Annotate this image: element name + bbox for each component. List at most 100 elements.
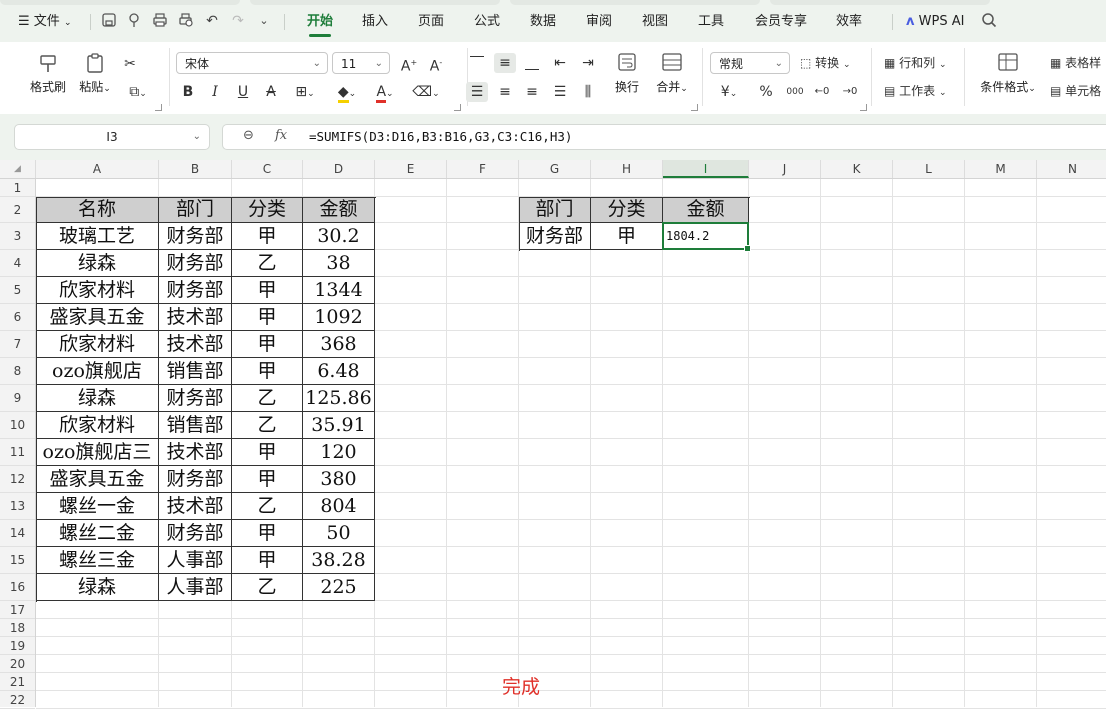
table-cell[interactable]: 财务部: [159, 385, 232, 412]
table-cell[interactable]: 甲: [232, 223, 303, 250]
table-cell[interactable]: 120: [303, 439, 375, 466]
row-header-20[interactable]: 20: [0, 655, 35, 673]
row-header-17[interactable]: 17: [0, 601, 35, 619]
column-header-a[interactable]: A: [36, 160, 159, 178]
name-box[interactable]: I3 ⌄: [14, 124, 210, 150]
table-cell[interactable]: 甲: [232, 520, 303, 547]
table-cell[interactable]: 乙: [232, 250, 303, 277]
row-header-4[interactable]: 4: [0, 250, 35, 277]
decrease-indent-icon[interactable]: ⇤: [549, 53, 571, 73]
table-cell[interactable]: 盛家具五金: [36, 466, 159, 493]
formula-input-area[interactable]: ⊖ fx =SUMIFS(D3:D16,B3:B16,G3,C3:C16,H3): [222, 124, 1106, 150]
table-cell[interactable]: 50: [303, 520, 375, 547]
table-cell[interactable]: 甲: [232, 331, 303, 358]
search-icon[interactable]: [980, 12, 998, 30]
column-header-f[interactable]: F: [447, 160, 519, 178]
row-header-18[interactable]: 18: [0, 619, 35, 637]
fx-icon[interactable]: fx: [275, 128, 287, 143]
tab-data[interactable]: 数据: [530, 12, 556, 32]
active-cell-i3[interactable]: 1804.2: [662, 222, 751, 252]
fill-handle[interactable]: [744, 245, 751, 252]
table-cell[interactable]: 财务部: [159, 277, 232, 304]
font-name-select[interactable]: 宋体 ⌄: [176, 52, 328, 74]
window-tab[interactable]: [770, 0, 990, 5]
table-cell[interactable]: 螺丝二金: [36, 520, 159, 547]
tab-member[interactable]: 会员专享: [755, 12, 807, 32]
number-format-select[interactable]: 常规 ⌄: [710, 52, 790, 74]
row-header-1[interactable]: 1: [0, 179, 35, 197]
table-cell[interactable]: 甲: [232, 547, 303, 574]
lookup-header-cell[interactable]: 金额: [663, 197, 749, 223]
export-pdf-icon[interactable]: [126, 12, 144, 30]
table-cell[interactable]: 欣家材料: [36, 412, 159, 439]
window-tab[interactable]: [510, 0, 760, 5]
lookup-header-cell[interactable]: 分类: [591, 197, 663, 223]
table-cell[interactable]: 螺丝三金: [36, 547, 159, 574]
row-header-19[interactable]: 19: [0, 637, 35, 655]
align-bottom-icon[interactable]: ⎽: [521, 53, 543, 73]
row-header-2[interactable]: 2: [0, 197, 35, 223]
clear-format-button[interactable]: ⌫⌄: [411, 82, 441, 102]
tab-efficiency[interactable]: 效率: [836, 12, 862, 32]
row-header-15[interactable]: 15: [0, 547, 35, 574]
file-menu[interactable]: ☰ 文件 ⌄: [18, 12, 72, 32]
table-cell[interactable]: 乙: [232, 493, 303, 520]
table-cell[interactable]: 玻璃工艺: [36, 223, 159, 250]
column-header-d[interactable]: D: [303, 160, 375, 178]
table-cell[interactable]: 甲: [232, 277, 303, 304]
table-header-cell[interactable]: 名称: [36, 197, 159, 223]
table-cell[interactable]: 乙: [232, 385, 303, 412]
table-cell[interactable]: ozo旗舰店三: [36, 439, 159, 466]
row-header-12[interactable]: 12: [0, 466, 35, 493]
row-header-6[interactable]: 6: [0, 304, 35, 331]
table-cell[interactable]: 38.28: [303, 547, 375, 574]
table-style-button[interactable]: ▦ 表格样: [1050, 53, 1101, 73]
table-cell[interactable]: 30.2: [303, 223, 375, 250]
paste-button[interactable]: 粘贴⌄: [76, 52, 114, 95]
table-cell[interactable]: ozo旗舰店: [36, 358, 159, 385]
percent-button[interactable]: %: [755, 82, 777, 102]
table-cell[interactable]: 乙: [232, 412, 303, 439]
table-cell[interactable]: 1092: [303, 304, 375, 331]
column-header-h[interactable]: H: [591, 160, 663, 178]
table-cell[interactable]: 甲: [232, 358, 303, 385]
strikethrough-icon[interactable]: A: [260, 82, 282, 102]
table-cell[interactable]: 欣家材料: [36, 331, 159, 358]
redo-icon[interactable]: ↷: [229, 12, 247, 30]
align-center-icon[interactable]: ≡: [494, 82, 516, 102]
row-header-16[interactable]: 16: [0, 574, 35, 601]
row-header-14[interactable]: 14: [0, 520, 35, 547]
row-header-8[interactable]: 8: [0, 358, 35, 385]
table-cell[interactable]: 技术部: [159, 493, 232, 520]
alignment-group-launcher[interactable]: [691, 104, 698, 111]
border-button[interactable]: ⊞⌄: [290, 82, 320, 102]
table-cell[interactable]: 螺丝一金: [36, 493, 159, 520]
lookup-cell[interactable]: 甲: [591, 223, 663, 250]
table-cell[interactable]: 财务部: [159, 466, 232, 493]
increase-font-icon[interactable]: A+: [398, 53, 420, 75]
decrease-decimal-icon[interactable]: →0: [839, 82, 861, 102]
fill-color-button[interactable]: ◆⌄: [332, 82, 362, 103]
chevron-down-icon[interactable]: ⌄: [255, 12, 273, 30]
row-header-10[interactable]: 10: [0, 412, 35, 439]
table-cell[interactable]: 财务部: [159, 223, 232, 250]
table-cell[interactable]: 125.86: [303, 385, 375, 412]
conditional-format-button[interactable]: 条件格式⌄: [976, 52, 1040, 95]
tab-home[interactable]: 开始: [307, 12, 333, 37]
row-header-22[interactable]: 22: [0, 691, 35, 709]
row-header-9[interactable]: 9: [0, 385, 35, 412]
column-header-i[interactable]: I: [663, 160, 749, 178]
table-cell[interactable]: 财务部: [159, 520, 232, 547]
increase-decimal-icon[interactable]: ←0: [811, 82, 833, 102]
row-header-11[interactable]: 11: [0, 439, 35, 466]
merge-button[interactable]: 合并⌄: [652, 52, 692, 95]
column-header-j[interactable]: J: [749, 160, 821, 178]
align-middle-icon[interactable]: ≡: [494, 53, 516, 73]
align-right-icon[interactable]: ≡: [521, 82, 543, 102]
italic-icon[interactable]: I: [204, 82, 226, 102]
table-cell[interactable]: 380: [303, 466, 375, 493]
select-all-corner[interactable]: ◢: [0, 160, 36, 178]
save-icon[interactable]: [100, 12, 118, 30]
tab-tools[interactable]: 工具: [698, 12, 724, 32]
row-header-7[interactable]: 7: [0, 331, 35, 358]
